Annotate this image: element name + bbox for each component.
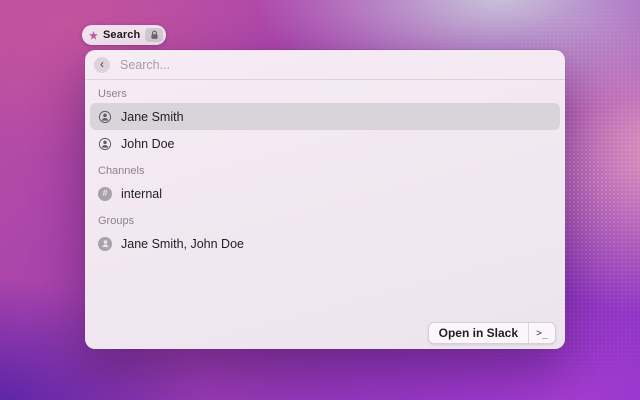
section-label-channels: Channels [98,165,145,177]
list-item-channel[interactable]: # internal [90,180,560,207]
desktop-wallpaper: Search ‹ Users J [0,0,640,400]
search-pill[interactable]: Search [82,25,167,45]
list-item-label: Jane Smith [121,109,184,124]
list-item-group[interactable]: Jane Smith, John Doe [90,230,560,257]
user-icon [98,110,112,124]
search-pill-label: Search [103,29,141,41]
list-item-label: internal [121,186,162,201]
star-icon [89,30,98,40]
open-in-slack-button[interactable]: Open in Slack >_ [427,322,556,344]
results-list: Users Jane Smith John Doe Channels # int… [85,88,565,257]
search-input[interactable] [120,57,556,72]
back-button[interactable]: ‹ [94,56,110,73]
list-item-label: John Doe [121,136,175,151]
user-icon [98,137,112,151]
search-panel: ‹ Users Jane Smith [85,50,565,349]
group-icon [98,236,112,251]
hash-icon: # [98,186,112,201]
enter-shortcut-icon: >_ [536,327,548,339]
open-in-slack-label: Open in Slack [438,326,518,340]
section-label-users: Users [98,88,127,100]
lock-icon[interactable] [145,28,164,42]
search-bar: ‹ [85,50,565,80]
list-item-user[interactable]: John Doe [90,130,560,157]
section-label-groups: Groups [98,215,135,227]
list-item-user[interactable]: Jane Smith [90,103,560,130]
list-item-label: Jane Smith, John Doe [121,236,244,251]
